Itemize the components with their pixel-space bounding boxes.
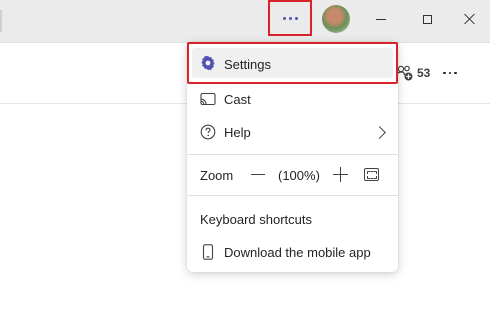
window-edge (0, 10, 2, 32)
chevron-right-icon (373, 125, 386, 139)
zoom-in-button[interactable] (333, 167, 348, 182)
menu-item-label: Cast (224, 91, 251, 107)
people-add-icon (396, 65, 413, 81)
more-options-button[interactable] (268, 0, 312, 36)
header-more-button[interactable] (440, 64, 460, 82)
menu-item-settings[interactable]: Settings (187, 42, 398, 84)
maximize-button[interactable] (404, 0, 450, 38)
more-horizontal-icon (443, 71, 457, 75)
close-icon (464, 13, 476, 25)
menu-divider (187, 195, 398, 196)
minimize-button[interactable] (358, 0, 404, 38)
title-bar (0, 0, 490, 43)
fullscreen-button[interactable] (364, 168, 379, 181)
more-options-menu: Settings Cast Help Zoom (100%) Keyboard … (187, 42, 398, 272)
more-horizontal-icon (282, 16, 298, 20)
help-circle-icon (200, 124, 216, 140)
menu-item-keyboard-shortcuts[interactable]: Keyboard shortcuts (187, 203, 398, 235)
avatar[interactable] (322, 5, 350, 33)
zoom-label: Zoom (200, 167, 234, 183)
menu-item-label: Help (224, 124, 251, 140)
menu-item-hover-bg (192, 48, 393, 78)
menu-item-label: Keyboard shortcuts (200, 211, 313, 227)
menu-item-help[interactable]: Help (187, 116, 398, 148)
menu-divider (187, 154, 398, 155)
cast-icon (200, 91, 216, 107)
zoom-level: (100%) (278, 167, 320, 183)
maximize-icon (422, 14, 432, 24)
menu-item-label: Download the mobile app (224, 244, 371, 260)
phone-icon (200, 244, 216, 260)
participants-count: 53 (417, 66, 431, 80)
menu-item-label: Settings (224, 57, 271, 72)
zoom-row: Zoom (100%) (187, 159, 398, 191)
minimize-icon (376, 18, 386, 20)
menu-item-cast[interactable]: Cast (187, 83, 398, 115)
zoom-out-button[interactable] (251, 174, 265, 176)
participants-button[interactable]: 53 (396, 64, 430, 82)
menu-item-download-mobile-app[interactable]: Download the mobile app (187, 236, 398, 268)
gear-icon (200, 55, 216, 71)
close-button[interactable] (447, 0, 490, 38)
